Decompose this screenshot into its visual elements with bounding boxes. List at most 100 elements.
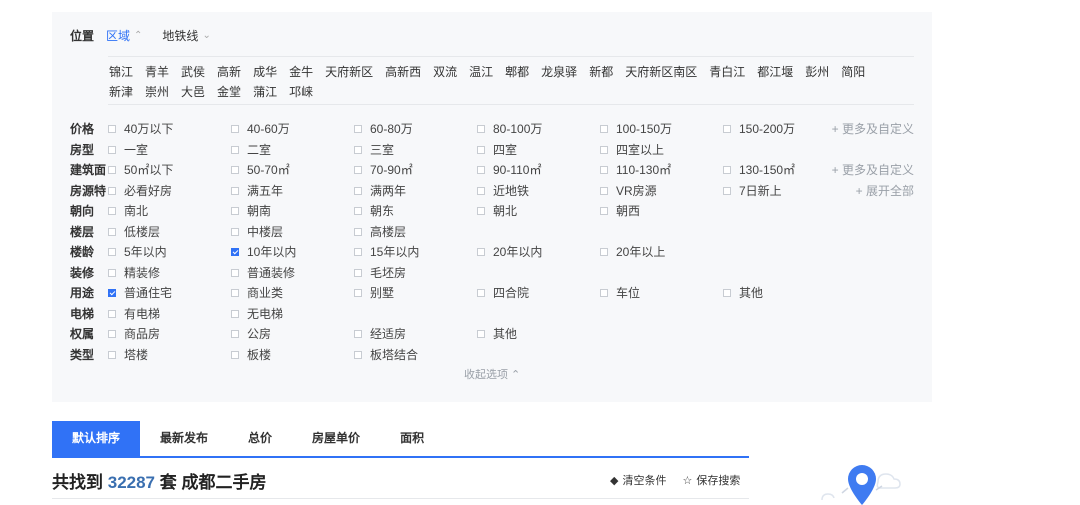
sort-tab[interactable]: 房屋单价 — [292, 421, 380, 456]
filter-option[interactable]: 无电梯 — [231, 304, 283, 324]
district-item[interactable]: 温江 — [469, 62, 493, 82]
filter-option[interactable]: 一室 — [108, 140, 148, 160]
filter-option[interactable]: 40-60万 — [231, 119, 290, 139]
filter-option[interactable]: 15年以内 — [354, 242, 419, 262]
filter-option[interactable]: 高楼层 — [354, 222, 406, 242]
district-item[interactable]: 青白江 — [709, 62, 745, 82]
district-item[interactable]: 锦江 — [109, 62, 133, 82]
district-item[interactable]: 天府新区南区 — [625, 62, 697, 82]
more-options-link[interactable]: + 更多及自定义 — [832, 119, 914, 139]
checkbox[interactable] — [231, 166, 239, 174]
district-item[interactable]: 郫都 — [505, 62, 529, 82]
checkbox[interactable] — [600, 207, 608, 215]
filter-option[interactable]: 110-130㎡ — [600, 160, 671, 180]
tab-region[interactable]: 区域 ⌃ — [106, 27, 142, 44]
checkbox[interactable] — [600, 248, 608, 256]
checkbox[interactable] — [108, 227, 116, 236]
checkbox[interactable] — [477, 166, 485, 174]
filter-option[interactable]: 四室以上 — [600, 140, 664, 160]
checkbox[interactable] — [108, 289, 116, 297]
filter-option[interactable]: 20年以上 — [600, 242, 665, 262]
checkbox[interactable] — [231, 207, 239, 215]
checkbox[interactable] — [354, 268, 362, 277]
district-item[interactable]: 高新 — [217, 62, 241, 82]
filter-option[interactable]: VR房源 — [600, 181, 657, 201]
checkbox[interactable] — [231, 227, 239, 236]
checkbox[interactable] — [600, 166, 608, 174]
sort-tab[interactable]: 总价 — [228, 421, 292, 456]
checkbox[interactable] — [231, 350, 239, 359]
checkbox[interactable] — [231, 330, 239, 338]
filter-option[interactable]: 三室 — [354, 140, 394, 160]
sort-tab[interactable]: 默认排序 — [52, 421, 141, 456]
checkbox[interactable] — [354, 248, 362, 256]
filter-option[interactable]: 车位 — [600, 283, 640, 303]
filter-option[interactable]: 朝东 — [354, 201, 394, 221]
filter-option[interactable]: 塔楼 — [108, 345, 148, 365]
filter-option[interactable]: 70-90㎡ — [354, 160, 413, 180]
filter-option[interactable]: 商品房 — [108, 324, 160, 344]
checkbox[interactable] — [600, 145, 608, 154]
filter-option[interactable]: 必看好房 — [108, 181, 172, 201]
filter-option[interactable]: 50-70㎡ — [231, 160, 290, 180]
district-item[interactable]: 新津 — [109, 82, 133, 102]
tab-subway[interactable]: 地铁线 ⌄ — [162, 27, 210, 44]
checkbox[interactable] — [108, 309, 116, 318]
filter-option[interactable]: 朝北 — [477, 201, 517, 221]
filter-option[interactable]: 低楼层 — [108, 222, 160, 242]
filter-option[interactable]: 7日新上 — [723, 181, 782, 201]
district-item[interactable]: 天府新区 — [325, 62, 373, 82]
checkbox[interactable] — [108, 350, 116, 359]
filter-option[interactable]: 公房 — [231, 324, 271, 344]
filter-option[interactable]: 5年以内 — [108, 242, 167, 262]
filter-option[interactable]: 90-110㎡ — [477, 160, 541, 180]
filter-option[interactable]: 100-150万 — [600, 119, 672, 139]
filter-option[interactable]: 满五年 — [231, 181, 283, 201]
checkbox[interactable] — [723, 186, 731, 195]
checkbox[interactable] — [477, 186, 485, 195]
filter-option[interactable]: 别墅 — [354, 283, 394, 303]
checkbox[interactable] — [723, 289, 731, 297]
filter-option[interactable]: 40万以下 — [108, 119, 173, 139]
filter-option[interactable]: 10年以内 — [231, 242, 296, 262]
district-item[interactable]: 都江堰 — [757, 62, 793, 82]
filter-option[interactable]: 满两年 — [354, 181, 406, 201]
district-item[interactable]: 龙泉驿 — [541, 62, 577, 82]
checkbox[interactable] — [477, 125, 485, 133]
district-item[interactable]: 大邑 — [181, 82, 205, 102]
clear-conditions-button[interactable]: ◆ 清空条件 — [610, 472, 666, 488]
checkbox[interactable] — [231, 309, 239, 318]
district-item[interactable]: 青羊 — [145, 62, 169, 82]
checkbox[interactable] — [354, 330, 362, 338]
filter-option[interactable]: 朝西 — [600, 201, 640, 221]
filter-option[interactable]: 有电梯 — [108, 304, 160, 324]
filter-option[interactable]: 四合院 — [477, 283, 529, 303]
filter-option[interactable]: 其他 — [477, 324, 517, 344]
checkbox[interactable] — [231, 248, 239, 256]
district-item[interactable]: 新都 — [589, 62, 613, 82]
filter-option[interactable]: 中楼层 — [231, 222, 283, 242]
checkbox[interactable] — [108, 186, 116, 195]
save-search-button[interactable]: ☆ 保存搜索 — [682, 472, 740, 488]
checkbox[interactable] — [354, 145, 362, 154]
checkbox[interactable] — [600, 186, 608, 195]
more-options-link[interactable]: + 更多及自定义 — [832, 160, 914, 180]
filter-option[interactable]: 普通装修 — [231, 263, 295, 283]
checkbox[interactable] — [231, 125, 239, 133]
checkbox[interactable] — [108, 268, 116, 277]
filter-option[interactable]: 80-100万 — [477, 119, 542, 139]
district-item[interactable]: 邛崃 — [289, 82, 313, 102]
district-item[interactable]: 金牛 — [289, 62, 313, 82]
filter-option[interactable]: 毛坯房 — [354, 263, 406, 283]
more-options-link[interactable]: + 展开全部 — [856, 181, 914, 201]
checkbox[interactable] — [723, 166, 731, 174]
filter-option[interactable]: 板楼 — [231, 345, 271, 365]
checkbox[interactable] — [600, 289, 608, 297]
district-item[interactable]: 成华 — [253, 62, 277, 82]
filter-option[interactable]: 四室 — [477, 140, 517, 160]
filter-option[interactable]: 南北 — [108, 201, 148, 221]
filter-option[interactable]: 150-200万 — [723, 119, 795, 139]
checkbox[interactable] — [231, 268, 239, 277]
filter-option[interactable]: 50㎡以下 — [108, 160, 173, 180]
checkbox[interactable] — [231, 186, 239, 195]
